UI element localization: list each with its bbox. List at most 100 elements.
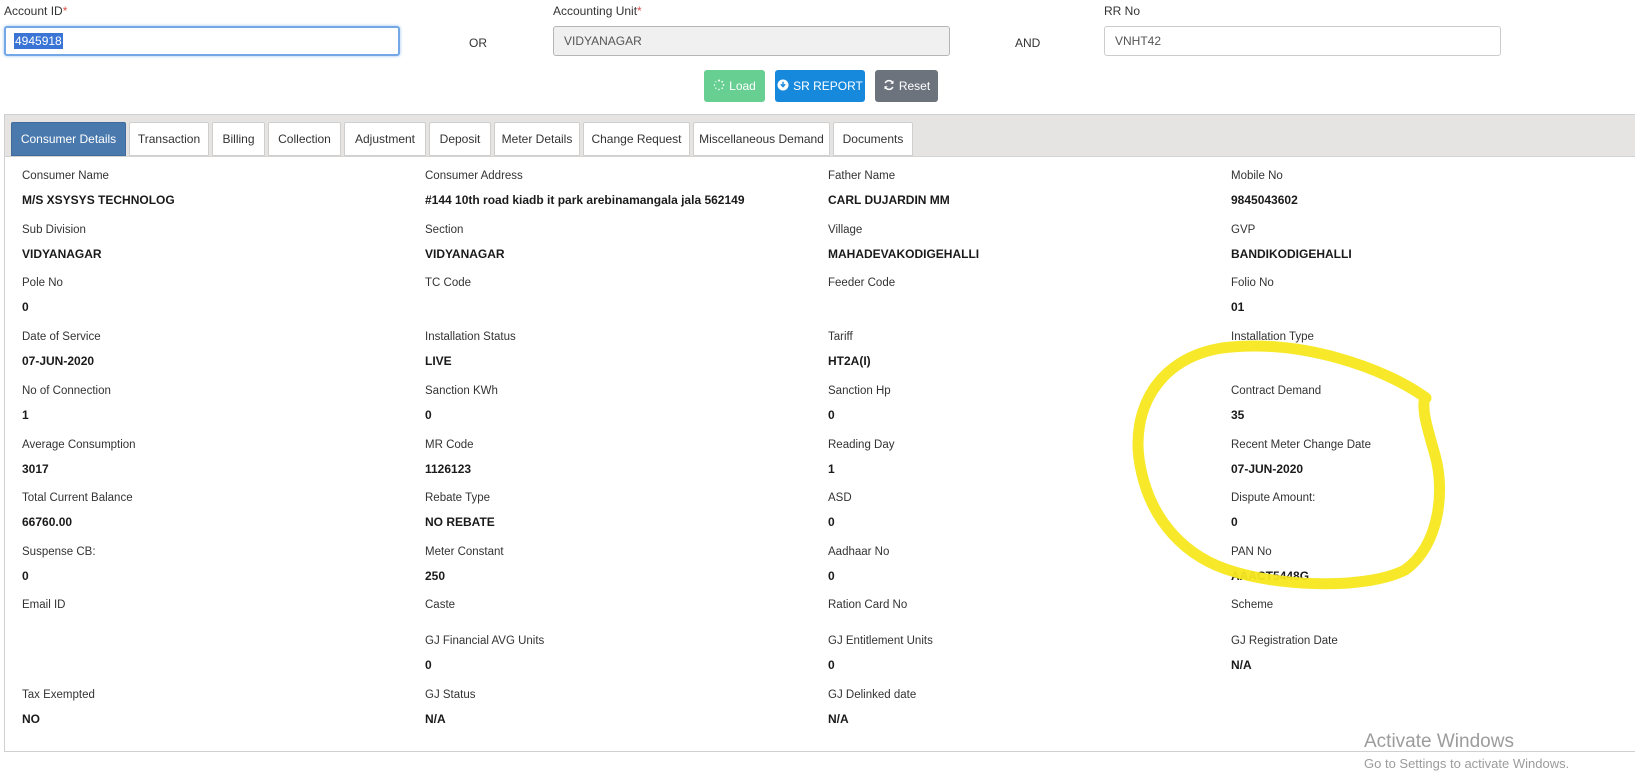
accounting-unit-select[interactable]: VIDYANAGAR [553, 26, 950, 56]
accounting-unit-value: VIDYANAGAR [564, 34, 642, 48]
reset-button-label: Reset [898, 79, 931, 93]
installation-status-label: Installation Status [425, 331, 516, 343]
accounting-unit-label: Accounting Unit* [553, 4, 642, 18]
sub-division-label: Sub Division [22, 224, 86, 236]
pan-no-value: AAACT5448G [1231, 569, 1310, 583]
gj-status-label: GJ Status [425, 689, 476, 701]
gj-registration-date-label: GJ Registration Date [1231, 635, 1338, 647]
tab-consumer-details[interactable]: Consumer Details [11, 122, 126, 156]
download-circle-icon [777, 79, 789, 94]
average-consumption-value: 3017 [22, 462, 49, 476]
section-label: Section [425, 224, 464, 236]
gj-delinked-date-value: N/A [828, 712, 849, 726]
gvp-value: BANDIKODIGEHALLI [1231, 247, 1352, 261]
activate-windows-watermark: Activate Windows [1364, 731, 1514, 752]
recent-meter-change-date-label: Recent Meter Change Date [1231, 439, 1371, 451]
total-current-balance-value: 66760.00 [22, 515, 73, 529]
sr-report-button-label: SR REPORT [793, 79, 863, 93]
mr-code-label: MR Code [425, 439, 474, 451]
sub-division-value: VIDYANAGAR [22, 247, 102, 261]
consumer-details-panel: Consumer Details Transaction Billing Col… [4, 114, 1635, 752]
village-label: Village [828, 224, 863, 236]
date-of-service-value: 07-JUN-2020 [22, 354, 95, 368]
tab-deposit[interactable]: Deposit [429, 122, 491, 156]
consumer-address-label: Consumer Address [425, 170, 523, 182]
asd-label: ASD [828, 492, 852, 504]
tab-change-request[interactable]: Change Request [583, 122, 690, 156]
email-id-label: Email ID [22, 599, 66, 611]
sanction-kwh-label: Sanction KWh [425, 385, 498, 397]
gj-entitlement-units-label: GJ Entitlement Units [828, 635, 933, 647]
pan-no-label: PAN No [1231, 546, 1272, 558]
suspense-cb-label: Suspense CB: [22, 546, 96, 558]
contract-demand-label: Contract Demand [1231, 385, 1322, 397]
total-current-balance-label: Total Current Balance [22, 492, 133, 504]
mobile-no-label: Mobile No [1231, 170, 1283, 182]
refresh-icon [883, 79, 895, 94]
tc-code-label: TC Code [425, 277, 472, 289]
sr-report-button[interactable]: SR REPORT [775, 70, 865, 102]
father-name-value: CARL DUJARDIN MM [828, 193, 950, 207]
pole-no-label: Pole No [22, 277, 63, 289]
no-of-connection-value: 1 [22, 408, 29, 422]
ration-card-no-label: Ration Card No [828, 599, 908, 611]
account-id-value: 4945918 [14, 33, 63, 49]
pole-no-value: 0 [22, 300, 29, 314]
tab-billing[interactable]: Billing [212, 122, 265, 156]
reset-button[interactable]: Reset [875, 70, 938, 102]
meter-constant-value: 250 [425, 569, 446, 583]
sanction-kwh-value: 0 [425, 408, 432, 422]
consumer-name-value: M/S XSYSYS TECHNOLOG [22, 193, 175, 207]
tab-documents[interactable]: Documents [833, 122, 913, 156]
consumer-name-label: Consumer Name [22, 170, 109, 182]
sanction-hp-label: Sanction Hp [828, 385, 891, 397]
gvp-label: GVP [1231, 224, 1256, 236]
contract-demand-value: 35 [1231, 408, 1245, 422]
tab-meter-details[interactable]: Meter Details [494, 122, 580, 156]
reading-day-value: 1 [828, 462, 835, 476]
gj-registration-date-value: N/A [1231, 658, 1252, 672]
gj-delinked-date-label: GJ Delinked date [828, 689, 917, 701]
rr-no-value: VNHT42 [1115, 34, 1162, 48]
rr-no-input[interactable]: VNHT42 [1104, 26, 1501, 56]
folio-no-label: Folio No [1231, 277, 1274, 289]
tab-transaction[interactable]: Transaction [129, 122, 209, 156]
gj-status-value: N/A [425, 712, 446, 726]
rebate-type-label: Rebate Type [425, 492, 491, 504]
gj-financial-avg-units-label: GJ Financial AVG Units [425, 635, 545, 647]
rr-no-label: RR No [1104, 4, 1141, 18]
gj-financial-avg-units-value: 0 [425, 658, 432, 672]
mobile-no-value: 9845043602 [1231, 193, 1298, 207]
tab-miscellaneous-demand[interactable]: Miscellaneous Demand [693, 122, 830, 156]
installation-type-label: Installation Type [1231, 331, 1314, 343]
gj-entitlement-units-value: 0 [828, 658, 835, 672]
installation-status-value: LIVE [425, 354, 452, 368]
load-button-label: Load [729, 79, 756, 93]
tab-collection[interactable]: Collection [268, 122, 341, 156]
activate-windows-hint: Go to Settings to activate Windows. [1364, 756, 1570, 771]
folio-no-value: 01 [1231, 300, 1245, 314]
scheme-label: Scheme [1231, 599, 1274, 611]
or-separator: OR [469, 36, 487, 50]
aadhaar-no-label: Aadhaar No [828, 546, 890, 558]
aadhaar-no-value: 0 [828, 569, 835, 583]
recent-meter-change-date-value: 07-JUN-2020 [1231, 462, 1304, 476]
spinner-icon [713, 79, 725, 94]
meter-constant-label: Meter Constant [425, 546, 504, 558]
dispute-amount-label: Dispute Amount: [1231, 492, 1316, 504]
feeder-code-label: Feeder Code [828, 277, 896, 289]
dispute-amount-value: 0 [1231, 515, 1238, 529]
rebate-type-value: NO REBATE [425, 515, 495, 529]
and-separator: AND [1015, 36, 1041, 50]
load-button[interactable]: Load [704, 70, 765, 102]
account-id-input[interactable]: 4945918 [4, 26, 400, 56]
sanction-hp-value: 0 [828, 408, 835, 422]
tax-exempted-label: Tax Exempted [22, 689, 95, 701]
no-of-connection-label: No of Connection [22, 385, 111, 397]
asd-value: 0 [828, 515, 835, 529]
village-value: MAHADEVAKODIGEHALLI [828, 247, 980, 261]
consumer-address-value: #144 10th road kiadb it park arebinamang… [425, 193, 745, 207]
tab-adjustment[interactable]: Adjustment [344, 122, 426, 156]
section-value: VIDYANAGAR [425, 247, 505, 261]
average-consumption-label: Average Consumption [22, 439, 136, 451]
